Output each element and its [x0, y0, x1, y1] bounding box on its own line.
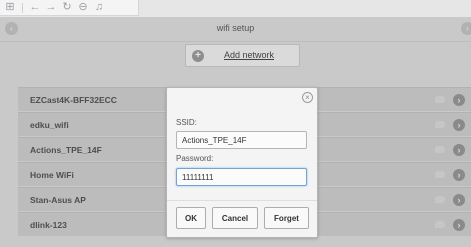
signal-icon: [435, 146, 445, 153]
signal-icon: [435, 171, 445, 178]
network-name: edku_wifi: [30, 120, 69, 130]
chevron-right-icon[interactable]: ›: [453, 94, 465, 106]
chevron-right-icon[interactable]: ›: [453, 169, 465, 181]
add-network-label[interactable]: Add network: [224, 50, 274, 60]
network-name: dlink-123: [30, 220, 67, 230]
chevron-right-icon[interactable]: ›: [453, 119, 465, 131]
close-icon[interactable]: ×: [302, 92, 313, 103]
password-label: Password:: [176, 154, 214, 163]
ssid-label: SSID:: [176, 118, 197, 127]
signal-icon: [435, 221, 445, 228]
cancel-button[interactable]: Cancel: [212, 207, 258, 229]
plus-icon: +: [192, 50, 204, 62]
browser-toolbar: ⊞ ← → ↻ ⊖ ♫: [0, 0, 139, 16]
app-header: ‹ wifi setup ›: [0, 17, 471, 42]
wifi-credentials-dialog: × SSID: Password: OK Cancel Forget: [166, 87, 318, 238]
music-icon[interactable]: ♫: [92, 1, 106, 14]
chevron-right-icon[interactable]: ›: [453, 219, 465, 231]
signal-icon: [435, 196, 445, 203]
refresh-icon[interactable]: ↻: [60, 1, 74, 14]
chevron-right-icon[interactable]: ›: [453, 144, 465, 156]
signal-icon: [435, 121, 445, 128]
network-name: Home WiFi: [30, 170, 74, 180]
toolbar-separator: [22, 2, 23, 13]
chevron-right-icon[interactable]: ›: [453, 194, 465, 206]
forget-button[interactable]: Forget: [264, 207, 309, 229]
network-name: Actions_TPE_14F: [30, 145, 102, 155]
network-name: Stan-Asus AP: [30, 195, 86, 205]
forward-chevron-icon[interactable]: ›: [461, 22, 471, 35]
dialog-divider: [167, 200, 317, 201]
signal-icon: [435, 96, 445, 103]
add-network-button[interactable]: + Add network: [185, 44, 300, 67]
password-input[interactable]: [176, 168, 307, 186]
stop-icon[interactable]: ⊖: [76, 1, 90, 14]
forward-arrow-icon[interactable]: →: [44, 1, 58, 14]
ssid-input[interactable]: [176, 131, 307, 149]
grid-icon[interactable]: ⊞: [3, 1, 17, 14]
page-title: wifi setup: [216, 23, 255, 33]
network-name: EZCast4K-BFF32ECC: [30, 95, 117, 105]
back-arrow-icon[interactable]: ←: [28, 1, 42, 14]
ok-button[interactable]: OK: [176, 207, 206, 229]
